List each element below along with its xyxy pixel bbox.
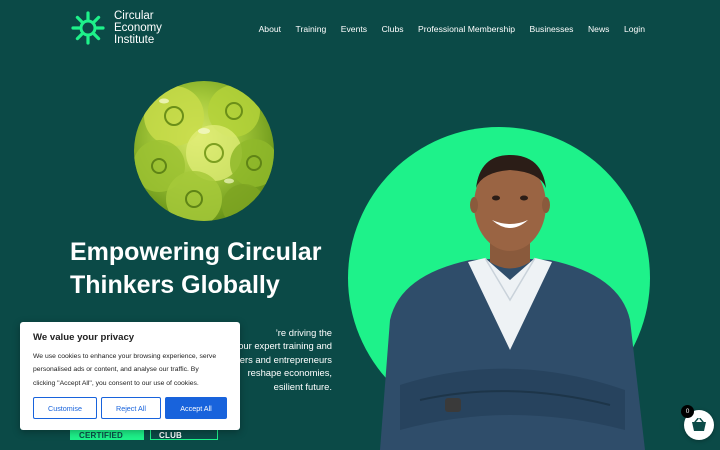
glass-bottles-illustration bbox=[134, 85, 274, 221]
main-nav: About Training Events Clubs Professional… bbox=[244, 24, 645, 34]
nav-events[interactable]: Events bbox=[341, 24, 367, 34]
logo-burst-icon bbox=[71, 11, 105, 45]
hero-headline: Empowering Circular Thinkers Globally bbox=[70, 236, 360, 302]
customise-button[interactable]: Customise bbox=[33, 397, 97, 419]
cookie-consent-banner: We value your privacy We use cookies to … bbox=[20, 322, 240, 430]
cookie-buttons: Customise Reject All Accept All bbox=[33, 397, 227, 419]
basket-icon bbox=[692, 418, 706, 431]
reject-all-button[interactable]: Reject All bbox=[101, 397, 161, 419]
nav-news[interactable]: News bbox=[588, 24, 610, 34]
logo-wordmark: Circular Economy Institute bbox=[114, 10, 162, 46]
headline-line-2: Thinkers Globally bbox=[70, 271, 280, 299]
site-logo[interactable]: Circular Economy Institute bbox=[70, 10, 162, 46]
nav-about[interactable]: About bbox=[259, 24, 281, 34]
nav-clubs[interactable]: Clubs bbox=[382, 24, 404, 34]
smiling-man-photo bbox=[380, 155, 645, 450]
nav-login[interactable]: Login bbox=[624, 24, 645, 34]
headline-line-1: Empowering Circular bbox=[70, 238, 322, 266]
cookie-body-line-1: We use cookies to enhance your browsing … bbox=[33, 353, 217, 360]
logo-line-3: Institute bbox=[114, 34, 155, 46]
cookie-title: We value your privacy bbox=[33, 332, 135, 343]
nav-businesses[interactable]: Businesses bbox=[530, 24, 574, 34]
cookie-description: We use cookies to enhance your browsing … bbox=[33, 350, 227, 390]
nav-professional-membership[interactable]: Professional Membership bbox=[418, 24, 515, 34]
cart-count-badge: 0 bbox=[681, 405, 694, 418]
nav-training[interactable]: Training bbox=[296, 24, 327, 34]
cookie-body-line-3: clicking "Accept All", you consent to ou… bbox=[33, 379, 199, 387]
logo-line-1: Circular bbox=[114, 10, 154, 22]
glass-bottles-image bbox=[134, 81, 274, 221]
logo-line-2: Economy bbox=[114, 22, 162, 34]
accept-all-button[interactable]: Accept All bbox=[165, 397, 227, 419]
cookie-body-line-2: personalised ads or content, and analyse… bbox=[33, 366, 199, 374]
